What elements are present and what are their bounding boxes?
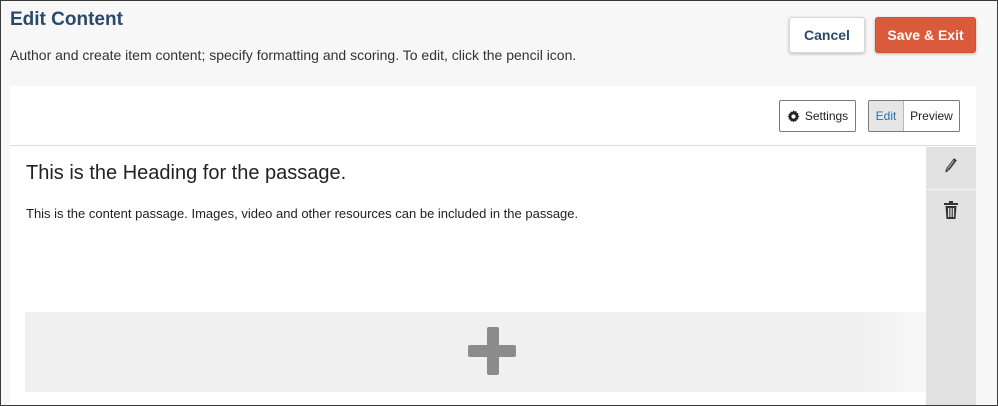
pencil-icon <box>944 157 958 180</box>
edit-preview-toggle: Edit Preview <box>868 100 960 132</box>
plus-icon[interactable] <box>468 327 518 377</box>
preview-mode-button[interactable]: Preview <box>904 101 959 131</box>
save-and-exit-button[interactable]: Save & Exit <box>875 17 976 53</box>
edit-passage-button[interactable] <box>926 147 976 190</box>
panel-toolbar: Settings Edit Preview <box>10 86 976 146</box>
page-title: Edit Content <box>10 9 123 30</box>
add-content-area[interactable] <box>25 312 926 392</box>
gear-icon <box>787 109 800 123</box>
trash-icon <box>944 201 958 224</box>
passage-heading: This is the Heading for the passage. <box>26 162 347 184</box>
passage-content: This is the Heading for the passage. Thi… <box>10 147 926 405</box>
settings-button[interactable]: Settings <box>779 100 856 132</box>
delete-passage-button[interactable] <box>926 191 976 234</box>
cancel-button[interactable]: Cancel <box>789 17 865 53</box>
content-panel: Settings Edit Preview This is the Headin… <box>10 86 976 405</box>
settings-label: Settings <box>804 109 849 123</box>
side-action-rail <box>926 147 976 405</box>
edit-mode-button[interactable]: Edit <box>869 101 904 131</box>
page-subtitle: Author and create item content; specify … <box>10 47 577 63</box>
edit-content-screen: Edit Content Author and create item cont… <box>0 0 998 406</box>
passage-body: This is the content passage. Images, vid… <box>26 206 579 221</box>
